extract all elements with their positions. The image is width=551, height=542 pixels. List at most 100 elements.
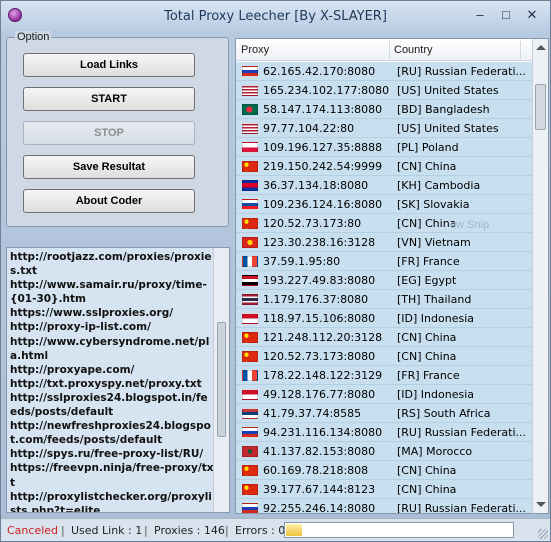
flag-us-icon (242, 85, 258, 96)
save-result-button[interactable]: Save Resultat (23, 155, 195, 179)
proxy-cell: 123.30.238.16:3128 (263, 236, 376, 249)
proxy-cell: 178.22.148.122:3129 (263, 369, 383, 382)
start-button[interactable]: START (23, 87, 195, 111)
table-row[interactable]: 97.77.104.22:80 [US] United States (236, 119, 532, 138)
links-scrollbar-thumb[interactable] (217, 322, 226, 437)
flag-ma-icon (242, 446, 258, 457)
flag-fr-icon (242, 256, 258, 267)
table-row[interactable]: 121.248.112.20:3128 [CN] China (236, 328, 532, 347)
status-separator: | (144, 524, 148, 537)
flag-kh-icon (242, 180, 258, 191)
proxy-cell: 109.236.124.16:8080 (263, 198, 383, 211)
links-textarea[interactable]: http://rootjazz.com/proxies/proxies.txt … (6, 247, 230, 513)
country-cell: [KH] Cambodia (397, 179, 481, 192)
flag-us-icon (242, 123, 258, 134)
proxy-cell: 39.177.67.144:8123 (263, 483, 376, 496)
table-row[interactable]: 1.179.176.37:8080 [TH] Thailand (236, 290, 532, 309)
flag-eg-icon (242, 275, 258, 286)
proxy-cell: 37.59.1.95:80 (263, 255, 341, 268)
table-row[interactable]: 120.52.73.173:8080 [CN] China (236, 347, 532, 366)
proxy-cell: 97.77.104.22:80 (263, 122, 355, 135)
status-bar: Canceled | Used Link : 1 | Proxies : 146… (1, 518, 550, 541)
resize-grip-icon[interactable] (538, 529, 548, 539)
proxy-cell: 193.227.49.83:8080 (263, 274, 376, 287)
table-row[interactable]: 58.147.174.113:8080 [BD] Bangladesh (236, 100, 532, 119)
country-cell: [CN] China (397, 160, 457, 173)
table-row[interactable]: 118.97.15.106:8080 [ID] Indonesia (236, 309, 532, 328)
flag-fr-icon (242, 370, 258, 381)
proxy-cell: 219.150.242.54:9999 (263, 160, 383, 173)
country-cell: [VN] Vietnam (397, 236, 471, 249)
proxy-list[interactable]: Proxy Country 62.165.42.170:8080 [RU] Rus… (235, 38, 549, 514)
country-cell: [CN] China (397, 483, 457, 496)
option-legend: Option (15, 31, 52, 43)
table-row[interactable]: 165.234.102.177:8080 [US] United States (236, 81, 532, 100)
status-separator: | (225, 524, 229, 537)
country-cell: [RU] Russian Federati... (397, 502, 526, 514)
column-proxy[interactable]: Proxy (241, 44, 269, 56)
ghost-text: ow Snip (450, 219, 490, 231)
country-cell: [MA] Morocco (397, 445, 473, 458)
column-divider[interactable] (520, 41, 521, 59)
title-bar[interactable]: Total Proxy Leecher [By X-SLAYER] – □ ✕ (1, 1, 550, 31)
proxy-cell: 36.37.134.18:8080 (263, 179, 369, 192)
proxy-cell: 41.137.82.153:8080 (263, 445, 376, 458)
table-row[interactable]: 92.255.246.14:8080 [RU] Russian Federati.… (236, 499, 532, 514)
table-row[interactable]: 49.128.176.77:8080 [ID] Indonesia (236, 385, 532, 404)
close-button[interactable]: ✕ (522, 6, 542, 24)
country-cell: [CN] China (397, 331, 457, 344)
country-cell: [EG] Egypt (397, 274, 457, 287)
minimize-button[interactable]: – (470, 6, 490, 24)
status-state: Canceled (7, 524, 59, 537)
proxy-cell: 94.231.116.134:8080 (263, 426, 383, 439)
proxy-cell: 120.52.73.173:8080 (263, 350, 376, 363)
table-row[interactable]: 60.169.78.218:808 [CN] China (236, 461, 532, 480)
flag-vn-icon (242, 237, 258, 248)
list-scrollbar-thumb[interactable] (535, 84, 546, 130)
country-cell: [ID] Indonesia (397, 312, 474, 325)
country-cell: [TH] Thailand (397, 293, 472, 306)
country-cell: [FR] France (397, 369, 460, 382)
list-header: Proxy Country (236, 39, 532, 61)
flag-cn-icon (242, 161, 258, 172)
links-scrollbar[interactable] (213, 248, 229, 512)
flag-cn-icon (242, 218, 258, 229)
proxy-cell: 49.128.176.77:8080 (263, 388, 376, 401)
column-country[interactable]: Country (394, 44, 433, 56)
status-separator: | (61, 524, 65, 537)
table-row[interactable]: 178.22.148.122:3129 [FR] France (236, 366, 532, 385)
table-row[interactable]: 41.79.37.74:8585 [RS] South Africa (236, 404, 532, 423)
flag-cn-icon (242, 484, 258, 495)
table-row[interactable]: 62.165.42.170:8080 [RU] Russian Federati.… (236, 62, 532, 81)
table-row[interactable]: 123.30.238.16:3128 [VN] Vietnam (236, 233, 532, 252)
flag-cn-icon (242, 465, 258, 476)
country-cell: [ID] Indonesia (397, 388, 474, 401)
table-row[interactable]: 219.150.242.54:9999 [CN] China (236, 157, 532, 176)
country-cell: [RS] South Africa (397, 407, 491, 420)
load-links-button[interactable]: Load Links (23, 53, 195, 77)
flag-ru-icon (242, 66, 258, 77)
table-row[interactable]: 193.227.49.83:8080 [EG] Egypt (236, 271, 532, 290)
table-row[interactable]: 41.137.82.153:8080 [MA] Morocco (236, 442, 532, 461)
flag-sk-icon (242, 199, 258, 210)
table-row[interactable]: 109.236.124.16:8080 [SK] Slovakia (236, 195, 532, 214)
scroll-down-icon[interactable] (536, 502, 546, 507)
table-row[interactable]: 94.231.116.134:8080 [RU] Russian Federati… (236, 423, 532, 442)
status-proxies: Proxies : 146 (154, 524, 225, 537)
table-row[interactable]: 36.37.134.18:8080 [KH] Cambodia (236, 176, 532, 195)
proxy-cell: 118.97.15.106:8080 (263, 312, 376, 325)
country-cell: [RU] Russian Federati... (397, 426, 526, 439)
flag-rs-icon (242, 408, 258, 419)
list-scrollbar[interactable] (532, 39, 548, 513)
maximize-button[interactable]: □ (496, 6, 516, 24)
about-coder-button[interactable]: About Coder (23, 189, 195, 213)
proxy-cell: 58.147.174.113:8080 (263, 103, 383, 116)
proxy-cell: 62.165.42.170:8080 (263, 65, 376, 78)
stop-button[interactable]: STOP (23, 121, 195, 145)
table-row[interactable]: 37.59.1.95:80 [FR] France (236, 252, 532, 271)
table-row[interactable]: 109.196.127.35:8888 [PL] Poland (236, 138, 532, 157)
scroll-up-icon[interactable] (536, 45, 546, 50)
table-row[interactable]: 39.177.67.144:8123 [CN] China (236, 480, 532, 499)
flag-ru-icon (242, 503, 258, 513)
column-divider[interactable] (389, 41, 390, 59)
